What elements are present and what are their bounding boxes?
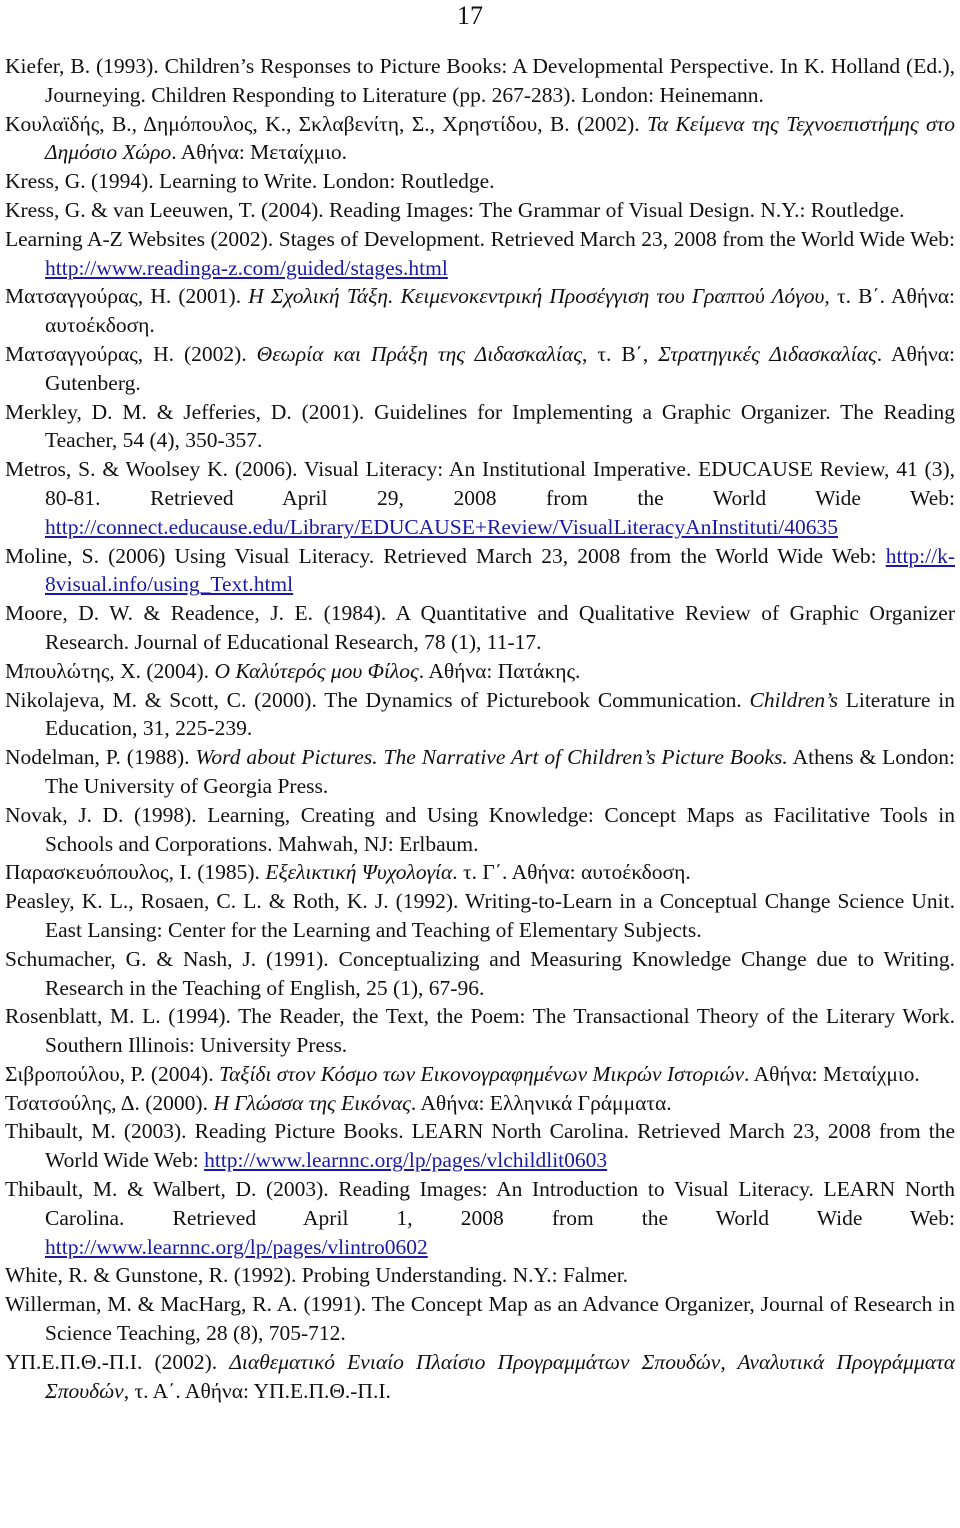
reference-text: . Αθήνα: Πατάκης.: [418, 658, 581, 683]
reference-text: Ματσαγγούρας, Η. (2002).: [5, 341, 257, 366]
reference-text: . τ. Γ΄. Αθήνα: αυτοέκδοση.: [452, 860, 691, 885]
reference-text: Metros, S. & Woolsey K. (2006). Visual L…: [5, 457, 955, 510]
reference-text: Κουλαϊδής, Β., Δημόπουλος, Κ., Σκλαβενίτ…: [5, 111, 647, 136]
reference-text: Moore, D. W. & Readence, J. E. (1984). A…: [5, 601, 955, 654]
reference-text: Moline, S. (2006) Using Visual Literacy.…: [5, 543, 886, 568]
reference-entry: Kiefer, B. (1993). Children’s Responses …: [5, 52, 955, 110]
reference-entry: Thibault, M. (2003). Reading Picture Boo…: [5, 1117, 955, 1175]
reference-entry: Σιβροπούλου, Ρ. (2004). Ταξίδι στον Κόσμ…: [5, 1060, 955, 1089]
reference-text: . Αθήνα: Μεταίχμιο.: [744, 1061, 920, 1086]
reference-text: Παρασκευόπουλος, Ι. (1985).: [5, 860, 266, 885]
reference-entry: Kress, G. (1994). Learning to Write. Lon…: [5, 167, 955, 196]
reference-entry: Τσατσούλης, Δ. (2000). Η Γλώσσα της Εικό…: [5, 1089, 955, 1118]
reference-entry: Κουλαϊδής, Β., Δημόπουλος, Κ., Σκλαβενίτ…: [5, 110, 955, 168]
reference-title-italic: Θεωρία και Πράξη της Διδασκαλίας: [256, 341, 582, 366]
reference-url-link[interactable]: http://connect.educause.edu/Library/EDUC…: [45, 515, 838, 539]
reference-text: Merkley, D. M. & Jefferies, D. (2001). G…: [5, 399, 955, 453]
reference-url-link[interactable]: http://www.learnnc.org/lp/pages/vlintro0…: [45, 1235, 428, 1259]
reference-text: Ματσαγγούρας, Η. (2001).: [5, 284, 249, 309]
reference-text: . Αθήνα: Μεταίχμιο.: [171, 140, 347, 165]
reference-url-link[interactable]: http://www.learnnc.org/lp/pages/vlchildl…: [204, 1148, 607, 1172]
reference-entry: Nikolajeva, M. & Scott, C. (2000). The D…: [5, 686, 955, 744]
reference-text: , τ. Α΄. Αθήνα: ΥΠ.Ε.Π.Θ.-Π.Ι.: [123, 1378, 391, 1403]
reference-title-italic: Η Σχολική Τάξη. Κειμενοκεντρική Προσέγγι…: [248, 284, 830, 309]
reference-text: Kress, G. & van Leeuwen, T. (2004). Read…: [5, 197, 905, 222]
reference-text: Schumacher, G. & Nash, J. (1991). Concep…: [5, 946, 955, 1000]
reference-title-italic: Η Γλώσσα της Εικόνας: [213, 1090, 411, 1115]
reference-list: Kiefer, B. (1993). Children’s Responses …: [5, 52, 955, 1405]
reference-entry: Μπουλώτης, Χ. (2004). Ο Καλύτερός μου Φί…: [5, 657, 955, 686]
reference-entry: Παρασκευόπουλος, Ι. (1985). Εξελικτική Ψ…: [5, 858, 955, 887]
reference-entry: Novak, J. D. (1998). Learning, Creating …: [5, 801, 955, 859]
reference-text: . Αθήνα: Ελληνικά Γράμματα.: [410, 1090, 672, 1115]
reference-title-italic: Ταξίδι στον Κόσμο των Εικονογραφημένων Μ…: [218, 1061, 745, 1086]
reference-entry: Merkley, D. M. & Jefferies, D. (2001). G…: [5, 398, 955, 456]
reference-text: Learning A-Z Websites (2002). Stages of …: [5, 226, 955, 251]
reference-entry: Ματσαγγούρας, Η. (2001). Η Σχολική Τάξη.…: [5, 282, 955, 340]
reference-text: Nikolajeva, M. & Scott, C. (2000). The D…: [5, 687, 750, 712]
reference-entry: Kress, G. & van Leeuwen, T. (2004). Read…: [5, 196, 955, 225]
reference-text: ΥΠ.Ε.Π.Θ.-Π.Ι. (2002).: [5, 1349, 230, 1374]
reference-text: Nodelman, P. (1988).: [5, 745, 196, 770]
reference-text: Μπουλώτης, Χ. (2004).: [5, 658, 215, 683]
reference-title-italic: Εξελικτική Ψυχολογία: [265, 860, 453, 885]
reference-entry: Schumacher, G. & Nash, J. (1991). Concep…: [5, 945, 955, 1003]
reference-title-italic: Ο Καλύτερός μου Φίλος: [214, 658, 419, 683]
reference-entry: Ματσαγγούρας, Η. (2002). Θεωρία και Πράξ…: [5, 340, 955, 398]
reference-entry: ΥΠ.Ε.Π.Θ.-Π.Ι. (2002). Διαθεματικό Ενιαί…: [5, 1348, 955, 1406]
reference-text: Kiefer, B. (1993). Children’s Responses …: [5, 54, 955, 107]
reference-text: Τσατσούλης, Δ. (2000).: [5, 1090, 214, 1115]
reference-text: Thibault, M. & Walbert, D. (2003). Readi…: [5, 1177, 955, 1230]
reference-entry: Nodelman, P. (1988). Word about Pictures…: [5, 743, 955, 801]
reference-entry: Moline, S. (2006) Using Visual Literacy.…: [5, 542, 955, 600]
reference-text: Rosenblatt, M. L. (1994). The Reader, th…: [5, 1004, 955, 1058]
reference-entry: Learning A-Z Websites (2002). Stages of …: [5, 225, 955, 283]
reference-entry: Rosenblatt, M. L. (1994). The Reader, th…: [5, 1002, 955, 1060]
reference-title-italic: Word about Pictures. The Narrative Art o…: [195, 745, 788, 770]
reference-title-italic: Στρατηγικές Διδασκαλίας: [658, 341, 877, 366]
reference-entry: Metros, S. & Woolsey K. (2006). Visual L…: [5, 455, 955, 541]
reference-text: Kress, G. (1994). Learning to Write. Lon…: [5, 169, 495, 194]
page-number: 17: [457, 1, 483, 30]
reference-entry: Thibault, M. & Walbert, D. (2003). Readi…: [5, 1175, 955, 1261]
reference-text: Novak, J. D. (1998). Learning, Creating …: [5, 802, 955, 856]
reference-title-italic: Children’s: [749, 687, 838, 712]
reference-entry: Moore, D. W. & Readence, J. E. (1984). A…: [5, 599, 955, 657]
reference-text: White, R. & Gunstone, R. (1992). Probing…: [5, 1263, 629, 1288]
reference-text: Willerman, M. & MacHarg, R. A. (1991). T…: [5, 1292, 955, 1346]
reference-entry: White, R. & Gunstone, R. (1992). Probing…: [5, 1261, 955, 1290]
reference-entry: Peasley, K. L., Rosaen, C. L. & Roth, K.…: [5, 887, 955, 945]
reference-text: Peasley, K. L., Rosaen, C. L. & Roth, K.…: [5, 889, 955, 942]
reference-text: , τ. Β΄,: [581, 341, 659, 366]
reference-text: Σιβροπούλου, Ρ. (2004).: [5, 1061, 219, 1086]
reference-entry: Willerman, M. & MacHarg, R. A. (1991). T…: [5, 1290, 955, 1348]
reference-url-link[interactable]: http://www.readinga-z.com/guided/stages.…: [45, 256, 448, 280]
